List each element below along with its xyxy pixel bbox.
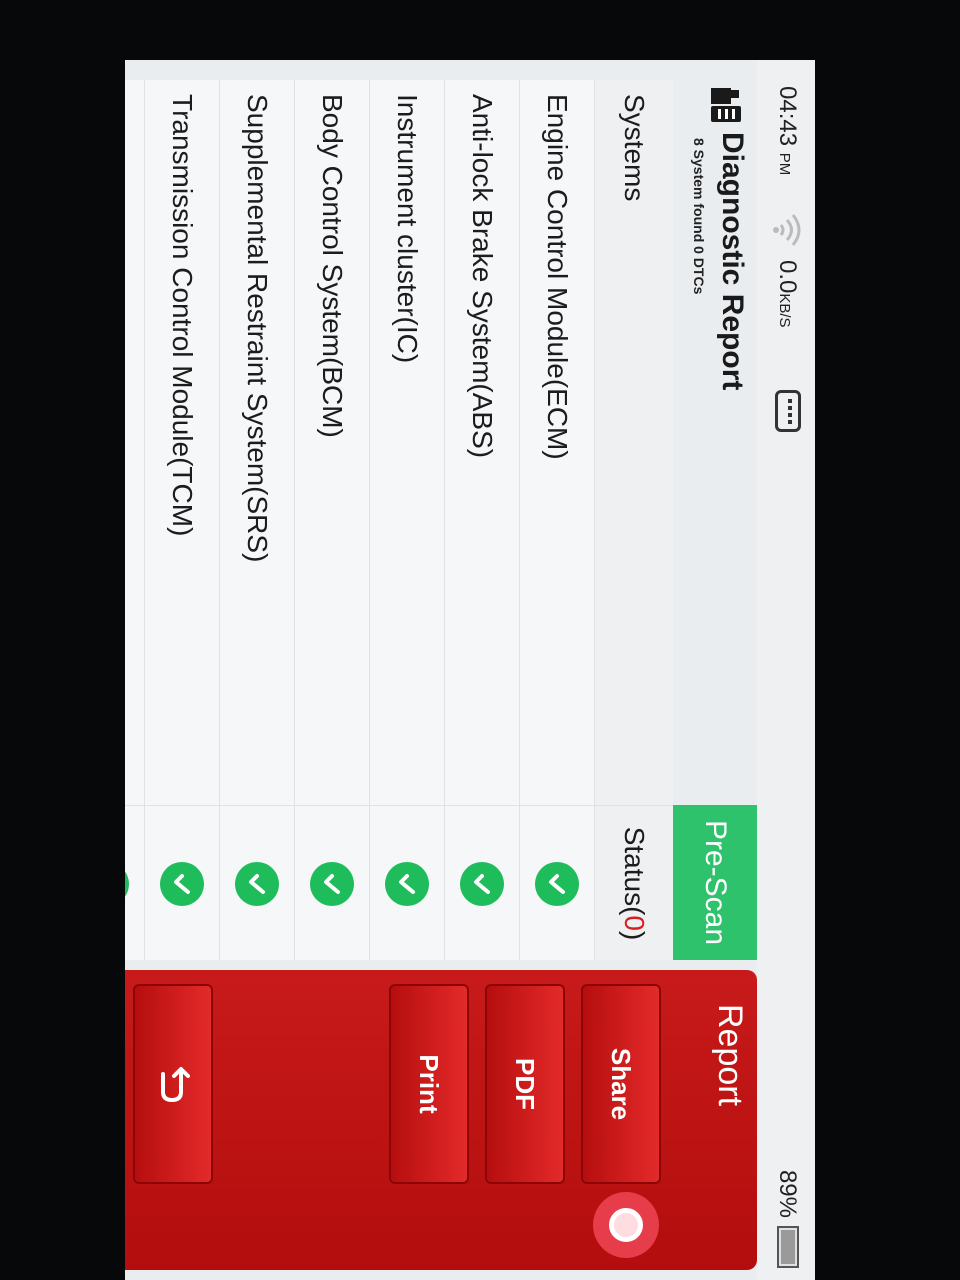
check-circle-icon <box>535 861 579 906</box>
system-name: Engine Control Module(ECM) <box>542 94 573 460</box>
check-circle-icon <box>235 861 279 906</box>
return-arrow-icon <box>161 1067 190 1103</box>
table-row[interactable] <box>125 80 144 961</box>
floating-assist-button[interactable] <box>593 1192 659 1258</box>
wifi-icon <box>773 214 801 246</box>
report-content: Diagnostic Report 8 System found 0 DTCs … <box>125 80 757 961</box>
systems-column-header: Systems <box>619 94 650 202</box>
check-circle-icon <box>385 861 429 906</box>
page-title: Diagnostic Report <box>716 132 749 391</box>
system-name: Anti-lock Brake System(ABS) <box>467 94 498 459</box>
check-circle-icon <box>310 861 354 906</box>
report-header: Diagnostic Report 8 System found 0 DTCs … <box>673 80 757 960</box>
system-name: Body Control System(BCM) <box>317 94 348 438</box>
system-name: Transmission Control Module(TCM) <box>167 94 198 537</box>
systems-table: Systems Status(0) Engine Control Module(… <box>125 80 673 961</box>
network-speed: 0.0KB/S <box>774 260 801 328</box>
battery-percent: 89% <box>774 1169 801 1218</box>
clock: 04:43 PM <box>774 86 801 176</box>
keyboard-icon <box>775 390 801 432</box>
record-icon <box>609 1208 643 1242</box>
status-bar: 04:43 PM 0.0KB/S 89% <box>757 60 815 1280</box>
table-row[interactable]: Supplemental Restraint System(SRS) <box>219 80 294 961</box>
report-action-panel: Report Share PDF Print <box>125 970 757 1270</box>
system-name: Instrument cluster(IC) <box>392 94 423 364</box>
table-header: Systems Status(0) <box>594 80 673 961</box>
report-doc-icon <box>711 88 741 122</box>
battery-icon <box>777 1226 799 1268</box>
table-row[interactable]: Body Control System(BCM) <box>294 80 369 961</box>
back-button[interactable] <box>133 984 213 1184</box>
table-row[interactable]: Anti-lock Brake System(ABS) <box>444 80 519 961</box>
system-name: Supplemental Restraint System(SRS) <box>242 94 273 563</box>
panel-title: Report <box>711 1004 749 1107</box>
pdf-button[interactable]: PDF <box>485 984 565 1184</box>
pre-scan-tab[interactable]: Pre-Scan <box>673 805 757 960</box>
tablet-screen: 04:43 PM 0.0KB/S 89% Diagnostic Report 8 <box>125 60 815 1280</box>
status-column-header: Status(0) <box>595 805 673 961</box>
dtc-summary: 8 System found 0 DTCs <box>691 138 707 295</box>
table-row[interactable]: Instrument cluster(IC) <box>369 80 444 961</box>
status-count: 0 <box>619 915 650 931</box>
table-row[interactable]: Engine Control Module(ECM) <box>519 80 594 961</box>
check-circle-icon <box>125 861 129 906</box>
share-button[interactable]: Share <box>581 984 661 1184</box>
check-circle-icon <box>160 861 204 906</box>
table-row[interactable]: Transmission Control Module(TCM) <box>144 80 219 961</box>
print-button[interactable]: Print <box>389 984 469 1184</box>
check-circle-icon <box>460 861 504 906</box>
